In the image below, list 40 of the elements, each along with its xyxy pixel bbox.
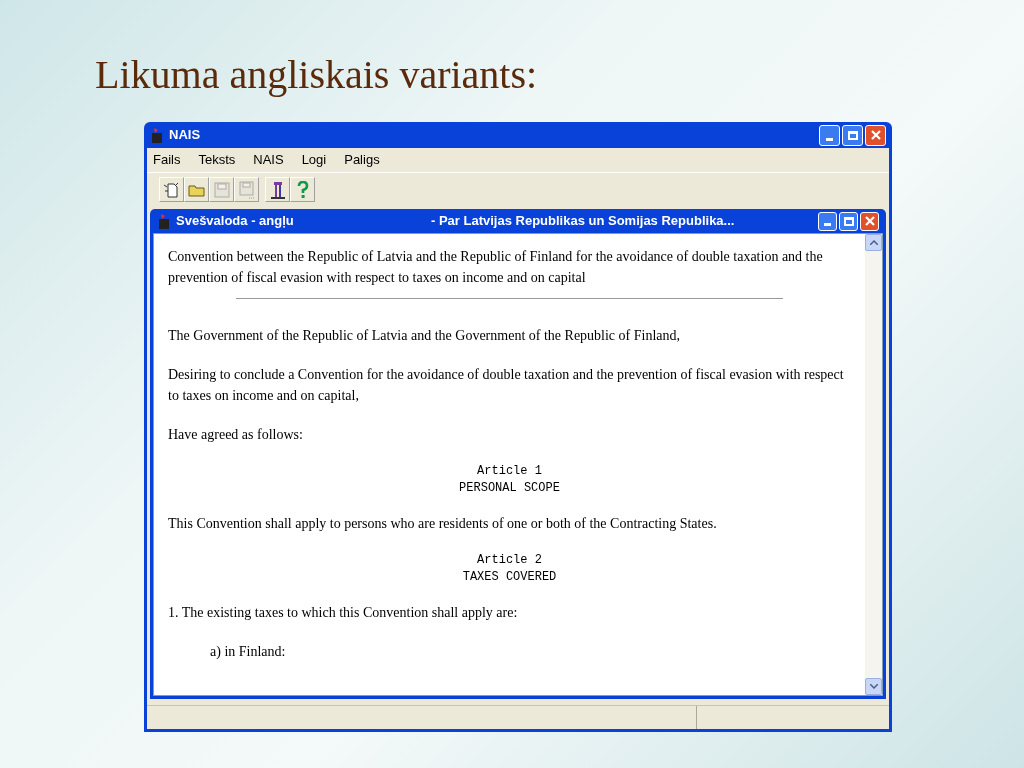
column-tool-icon xyxy=(268,180,287,199)
article-heading: Article 1 xyxy=(477,463,542,480)
close-icon xyxy=(870,130,881,140)
floppy-disk-icon xyxy=(237,180,256,199)
help-icon xyxy=(296,180,309,199)
paragraph: The Government of the Republic of Latvia and the Government of the Republic of Finland, xyxy=(168,327,682,345)
paragraph: Have agreed as follows: xyxy=(168,426,304,444)
paragraph: This Convention shall apply to persons who are residents of one or both of the Contracting States. xyxy=(168,515,718,533)
close-icon xyxy=(864,216,875,226)
caret-down-icon xyxy=(869,684,878,689)
document-window-title: Svešvaloda - angļu xyxy=(176,212,295,231)
menu-item[interactable]: Fails xyxy=(153,150,181,170)
caret-up-icon xyxy=(869,240,878,245)
paragraph: a) in Finland: xyxy=(209,643,287,661)
minimize-button[interactable] xyxy=(819,124,840,146)
article-heading: PERSONAL SCOPE xyxy=(459,480,560,497)
close-button[interactable] xyxy=(865,124,886,146)
new-document-icon xyxy=(162,180,181,199)
toolbar-button[interactable] xyxy=(265,177,290,202)
minimize-button[interactable] xyxy=(818,211,837,231)
paragraph: 1. The existing taxes to which this Convention shall apply are: xyxy=(168,604,519,622)
document-window-subtitle: - Par Latvijas Republikas un Somijas Republika... xyxy=(431,212,736,231)
scroll-down-button[interactable] xyxy=(865,678,882,695)
paragraph: Desiring to conclude a Convention for the avoidance of double taxation and the prevention of fiscal evasion with respect to taxes on income and on capital, xyxy=(168,366,845,405)
close-button[interactable] xyxy=(860,211,879,231)
article-heading: TAXES COVERED xyxy=(462,569,557,586)
maximize-button[interactable] xyxy=(842,124,863,146)
maximize-button[interactable] xyxy=(839,211,858,231)
app-icon xyxy=(157,213,171,229)
scroll-up-button[interactable] xyxy=(865,234,882,251)
menu-item[interactable]: Teksts xyxy=(198,150,236,170)
article-heading: Article 2 xyxy=(477,552,542,569)
paragraph: Convention between the Republic of Latvia and the Republic of Finland for the avoidance of double taxation and the prevention of fiscal evasion with respect to taxes on income and on capital xyxy=(168,248,824,287)
slide-title: Likuma angliskais variants: xyxy=(95,51,539,99)
app-icon xyxy=(150,127,164,143)
window-title: NAIS xyxy=(169,126,202,145)
vertical-scrollbar[interactable] xyxy=(865,234,882,695)
menu-item[interactable]: Logi xyxy=(301,150,327,170)
menu-item[interactable]: NAIS xyxy=(253,150,284,170)
menu-item[interactable]: Paligs xyxy=(344,150,380,170)
